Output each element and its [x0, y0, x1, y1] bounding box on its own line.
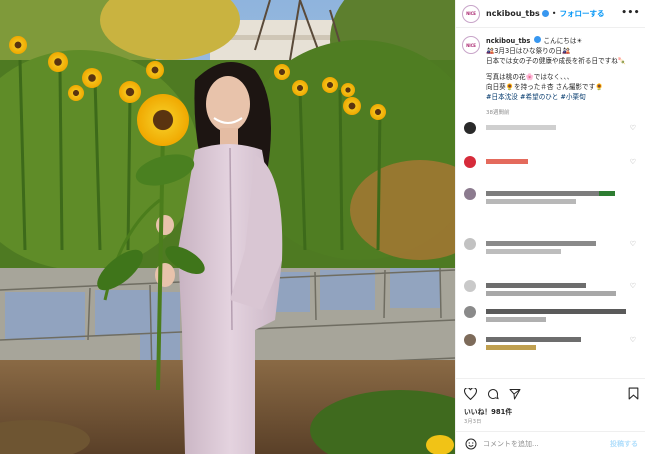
caption-line-3: 日本では女の子の健康や成長を祈る日ですね🍡 — [486, 57, 627, 65]
caption-line-4: 写真は桃の花🌸ではなく、、、 — [486, 73, 574, 81]
post-side-panel: NICE nckibou_tbs • フォローする ••• NICE nckib… — [455, 0, 645, 454]
comment-item — [464, 306, 640, 322]
caption-line-2: 🎎3月3日はひな祭りの日🎎 — [486, 47, 571, 55]
more-options-icon[interactable]: ••• — [621, 8, 640, 18]
post-comment-button[interactable]: 投稿する — [610, 439, 638, 449]
post-photo[interactable] — [0, 0, 455, 454]
post-header: NICE nckibou_tbs • フォローする ••• — [456, 0, 645, 28]
bookmark-icon[interactable] — [627, 387, 640, 400]
comment-text-pixelated — [486, 241, 596, 246]
post-actions: いいね！981件 3月3日 コメントを追加... 投稿する — [456, 378, 645, 454]
comment-item — [464, 188, 640, 204]
comment-avatar[interactable] — [464, 238, 476, 250]
comment-item: ♡ — [464, 280, 640, 296]
separator-dot: • — [551, 9, 557, 18]
comment-input[interactable]: コメントを追加... — [483, 439, 603, 449]
verified-badge-icon — [534, 36, 542, 43]
emoji-icon[interactable] — [464, 437, 477, 450]
comment-text-pixelated — [486, 249, 561, 254]
caption-avatar[interactable]: NICE — [462, 36, 480, 54]
comment-like-icon[interactable]: ♡ — [630, 240, 636, 248]
comment-text-pixelated — [486, 345, 536, 350]
comment-avatar[interactable] — [464, 334, 476, 346]
heart-icon[interactable] — [464, 387, 477, 400]
comment-text-pixelated — [486, 125, 556, 130]
comment-icon[interactable] — [486, 387, 499, 400]
avatar-text: NICE — [466, 42, 476, 48]
comment-item: ♡ — [464, 334, 640, 350]
comment-text-pixelated — [486, 283, 586, 288]
add-comment-row: コメントを追加... 投稿する — [456, 431, 645, 454]
account-username[interactable]: nckibou_tbs — [486, 9, 540, 18]
comment-avatar[interactable] — [464, 156, 476, 168]
comment-item: ♡ — [464, 156, 640, 172]
avatar-text: NICE — [466, 11, 476, 16]
caption-line-5: 向日葵🌻を持った＃杏 さん撮影です🌻 — [486, 83, 604, 91]
comment-avatar[interactable] — [464, 280, 476, 292]
post-date: 3月3日 — [464, 419, 482, 425]
action-icons-row — [464, 387, 521, 400]
comment-avatar[interactable] — [464, 122, 476, 134]
comment-emoji-pixelated — [599, 191, 615, 196]
account-avatar[interactable]: NICE — [462, 4, 480, 23]
comment-text-pixelated — [486, 291, 616, 296]
post-photo-image — [0, 0, 455, 454]
like-count[interactable]: いいね！981件 — [464, 406, 512, 416]
caption-line-1: こんにちは☀ — [543, 37, 583, 45]
comment-item: ♡ — [464, 238, 640, 254]
post-caption: NICE nckibou_tbs こんにちは☀ 🎎3月3日はひな祭りの日🎎 日本… — [462, 36, 642, 118]
comment-like-icon[interactable]: ♡ — [630, 336, 636, 344]
caption-username[interactable]: nckibou_tbs — [486, 37, 530, 45]
verified-badge-icon — [541, 10, 549, 17]
comment-text-pixelated — [486, 199, 576, 204]
comment-text-pixelated — [486, 317, 546, 322]
comment-like-icon[interactable]: ♡ — [630, 158, 636, 166]
comment-avatar[interactable] — [464, 188, 476, 200]
share-icon[interactable] — [508, 387, 521, 400]
comment-text-pixelated — [486, 309, 626, 314]
comment-like-icon[interactable]: ♡ — [630, 282, 636, 290]
caption-hashtags[interactable]: #日本沈没 #希望のひと #小栗旬 — [486, 92, 636, 102]
follow-button[interactable]: フォローする — [559, 8, 604, 19]
caption-timestamp: 38週間前 — [486, 110, 510, 116]
comment-like-icon[interactable]: ♡ — [630, 124, 636, 132]
comment-item: ♡ — [464, 122, 640, 138]
caption-text: nckibou_tbs こんにちは☀ 🎎3月3日はひな祭りの日🎎 日本では女の子… — [486, 36, 636, 118]
comment-text-pixelated — [486, 337, 581, 342]
comment-text-pixelated — [486, 159, 528, 164]
comment-avatar[interactable] — [464, 306, 476, 318]
comment-text-pixelated — [486, 191, 611, 196]
